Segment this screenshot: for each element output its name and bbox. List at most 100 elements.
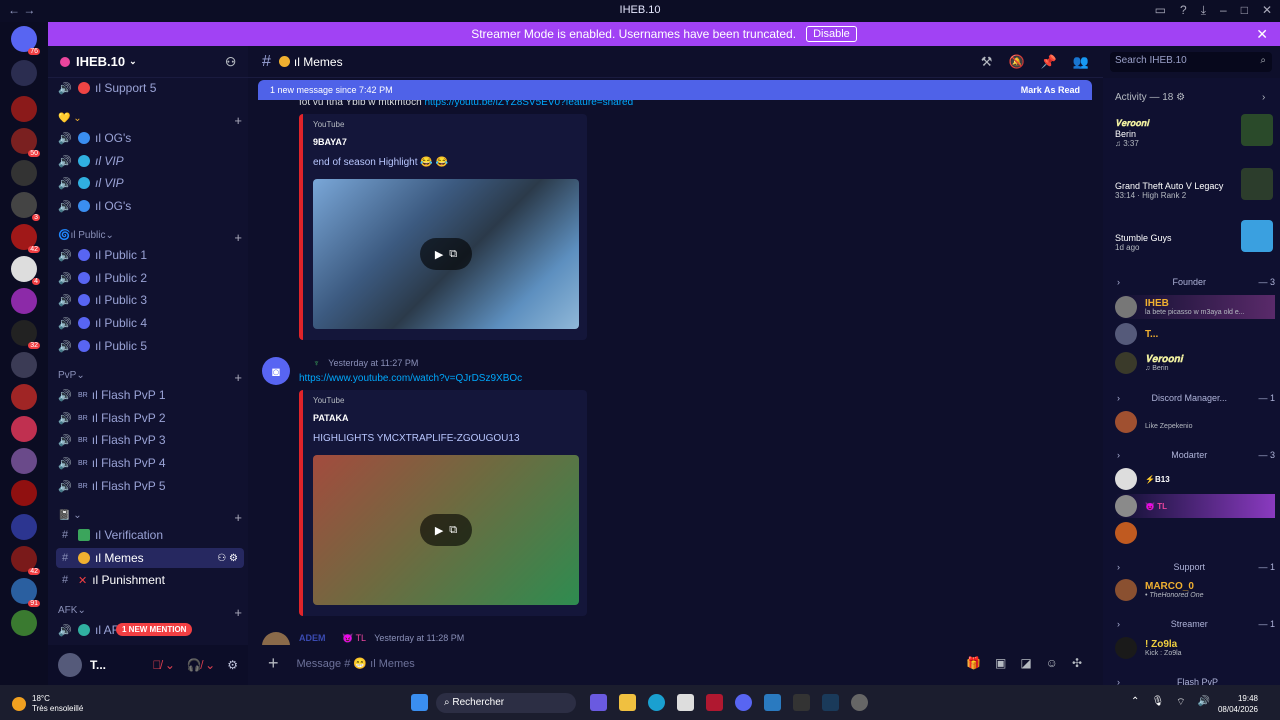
discord-icon[interactable] [735, 694, 752, 711]
play-button[interactable]: ▶ ⧉ [420, 238, 472, 270]
message-composer[interactable]: + Message # 😁 ıl Memes 🎁 ▣ ◪ ☺ ✣ [258, 648, 1092, 678]
gear-icon[interactable]: ⚙ [227, 658, 238, 672]
role-header[interactable]: › Founder — 3 [1117, 277, 1275, 287]
member-item[interactable]: T... [1115, 322, 1275, 346]
member-item[interactable]: MARCO_0 • TheHonored One [1115, 578, 1275, 602]
server-icon[interactable]: 42 [11, 546, 40, 575]
voice-channel-public-5[interactable]: 🔊 ıl Public 5 [56, 336, 244, 356]
activity-card[interactable]: Grand Theft Auto V Legacy 33:14 · High R… [1115, 168, 1275, 200]
server-icon[interactable] [11, 160, 37, 186]
gif-icon[interactable]: ▣ [995, 656, 1006, 670]
volume-icon[interactable]: 🔊 [1198, 696, 1210, 709]
role-header[interactable]: › Streamer — 1 [1117, 619, 1275, 629]
server-icon[interactable] [11, 288, 37, 314]
avatar[interactable] [262, 632, 290, 645]
avatar[interactable]: ◙ [262, 357, 290, 385]
voice-channel[interactable]: 🔊 ıl VIP [56, 151, 244, 171]
activity-header[interactable]: Activity — 18 ⚙ › [1115, 92, 1265, 103]
embed-title[interactable]: HIGHLIGHTS YMCXTRAPLIFE-ZGOUGOU13 [313, 433, 577, 444]
server-icon[interactable]: 3 [11, 192, 40, 221]
edge-icon[interactable] [648, 694, 665, 711]
member-item[interactable]: IHEB la bete picasso w m3aya old e... [1115, 295, 1275, 319]
invite-icon[interactable]: ⚇ [225, 55, 236, 69]
text-channel-punishment[interactable]: # ✕ ıl Punishment [56, 570, 244, 590]
embed-author[interactable]: 9BAYA7 [313, 137, 577, 147]
avatar[interactable] [58, 653, 82, 677]
steam-icon[interactable] [822, 694, 839, 711]
text-channel-verification[interactable]: # ıl Verification [56, 525, 244, 545]
voice-channel[interactable]: 🔊 ıl OG's [56, 128, 244, 148]
gift-icon[interactable]: 🎁 [966, 656, 981, 670]
play-button[interactable]: ▶ ⧉ [420, 514, 472, 546]
role-header[interactable]: › Discord Manager... — 1 [1117, 393, 1275, 403]
windows-start-icon[interactable] [411, 694, 428, 711]
voice-channel-support-5[interactable]: 🔊 ıl Support 5 [56, 78, 244, 98]
server-icon[interactable]: 42 [11, 224, 40, 253]
clock[interactable]: 19:48 08/04/2026 [1218, 693, 1258, 715]
voice-channel-flash-pvp-1[interactable]: 🔊 BR ıl Flash PvP 1 [56, 385, 244, 405]
category-text[interactable]: 📓 ⌄ + [58, 510, 242, 525]
apps-icon[interactable]: ✣ [1072, 656, 1082, 670]
category-public[interactable]: 🌀 ıl Public ⌄ + [58, 230, 242, 245]
weather-widget[interactable]: 18°C Très ensoleillé [12, 694, 83, 714]
help-icon[interactable]: ? [1180, 3, 1187, 18]
server-icon[interactable] [11, 384, 37, 410]
maximize-icon[interactable]: □ [1241, 3, 1248, 18]
server-icon[interactable]: 50 [11, 128, 40, 157]
mark-as-read-button[interactable]: Mark As Read [1021, 85, 1080, 95]
voice-channel-public-2[interactable]: 🔊 ıl Public 2 [56, 268, 244, 288]
server-icon[interactable] [11, 352, 37, 378]
message-input[interactable]: Message # 😁 ıl Memes [297, 657, 415, 670]
voice-channel-public-1[interactable]: 🔊 ıl Public 1 [56, 245, 244, 265]
voice-channel[interactable]: 🔊 ıl OG's [56, 196, 244, 216]
voice-channel[interactable]: 🔊 ıl VIP [56, 173, 244, 193]
role-header[interactable]: › Support — 1 [1117, 562, 1275, 572]
server-icon[interactable] [11, 480, 37, 506]
minimize-icon[interactable]: – [1220, 3, 1227, 18]
message-link[interactable]: https://www.youtube.com/watch?v=QJrDSz9X… [299, 373, 522, 384]
close-window-icon[interactable]: ✕ [1262, 3, 1272, 18]
network-icon[interactable]: ⌔ [1176, 696, 1185, 709]
voice-channel-flash-pvp-4[interactable]: 🔊 BR ıl Flash PvP 4 [56, 453, 244, 473]
server-icon[interactable]: 91 [11, 578, 40, 607]
server-header[interactable]: IHEB.10 ⌄ ⚇ [48, 46, 248, 78]
voice-channel-flash-pvp-5[interactable]: 🔊 BR ıl Flash PvP 5 [56, 476, 244, 496]
voice-channel-public-4[interactable]: 🔊 ıl Public 4 [56, 313, 244, 333]
close-icon[interactable]: ✕ [1256, 26, 1268, 43]
category-afk[interactable]: AFK ⌄ + [58, 605, 242, 620]
folder-icon[interactable] [11, 514, 37, 540]
category-header[interactable]: 💛 ⌄ + [58, 113, 242, 128]
member-item[interactable]: ! Zo9la Kick : Zo9la [1115, 636, 1275, 660]
video-thumbnail[interactable]: ▶ ⧉ [313, 455, 579, 605]
server-icon[interactable] [11, 448, 37, 474]
activity-card[interactable]: Stumble Guys 1d ago [1115, 220, 1275, 252]
member-item[interactable]: 😈 TL [1115, 494, 1275, 518]
add-channel-icon[interactable]: + [234, 113, 242, 128]
notifications-off-icon[interactable]: 🔕 [1008, 54, 1024, 70]
threads-icon[interactable]: ⚒ [981, 54, 993, 70]
new-mention-badge[interactable]: 1 NEW MENTION [116, 623, 193, 636]
text-channel-memes[interactable]: # ıl Memes ⚇ ⚙ [56, 548, 244, 568]
add-channel-icon[interactable]: + [234, 510, 242, 525]
member-list-icon[interactable]: 👥 [1073, 54, 1089, 70]
server-icon[interactable] [11, 96, 37, 122]
add-channel-icon[interactable]: + [234, 605, 242, 620]
server-icon[interactable] [11, 610, 37, 636]
add-channel-icon[interactable]: + [234, 370, 242, 385]
settings-icon[interactable] [851, 694, 868, 711]
app-icon[interactable] [793, 694, 810, 711]
taskbar-search[interactable]: ⌕ Rechercher [436, 693, 576, 713]
inbox-icon[interactable]: ▭ [1155, 3, 1166, 18]
app-icon[interactable] [764, 694, 781, 711]
voice-channel-public-3[interactable]: 🔊 ıl Public 3 [56, 290, 244, 310]
file-explorer-icon[interactable] [619, 694, 636, 711]
server-icon[interactable] [11, 60, 37, 86]
mic-muted-icon[interactable]: 🎙̸ ⌄ [153, 658, 175, 672]
activity-card[interactable]: 𝐕𝐞𝐫𝐨𝐨𝐧𝐢 Berin ♫ 3:37 [1115, 114, 1275, 148]
disable-streamer-button[interactable]: Disable [806, 26, 857, 42]
copilot-icon[interactable] [590, 694, 607, 711]
search-input[interactable]: Search IHEB.10 ⌕ [1110, 52, 1272, 72]
member-item[interactable]: Like Zepekenio [1115, 410, 1275, 434]
add-channel-icon[interactable]: + [234, 230, 242, 245]
store-icon[interactable] [677, 694, 694, 711]
